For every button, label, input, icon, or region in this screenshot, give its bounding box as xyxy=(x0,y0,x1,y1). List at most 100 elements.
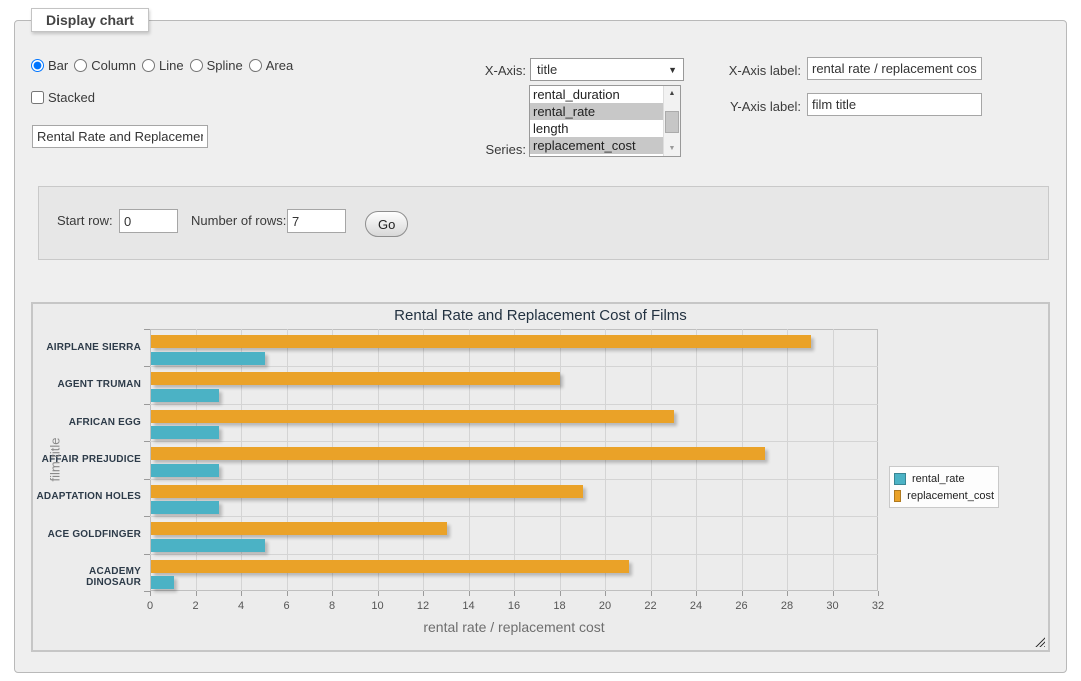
bar-replacement_cost xyxy=(151,485,583,498)
x-axis-label-caption: X-Axis label: xyxy=(691,63,801,78)
y-axis-label-caption: Y-Axis label: xyxy=(691,99,801,114)
x-axis-tick-mark xyxy=(833,591,834,596)
bar-rental_rate xyxy=(151,389,219,402)
resize-grip-icon[interactable] xyxy=(1035,637,1045,647)
x-axis-tick-mark xyxy=(560,591,561,596)
chart-type-radio-area[interactable] xyxy=(249,59,262,72)
x-axis-selected-value: title xyxy=(537,62,557,77)
dropdown-arrow-icon: ▼ xyxy=(668,65,677,75)
x-axis-tick-mark xyxy=(423,591,424,596)
stacked-label: Stacked xyxy=(31,90,95,105)
scroll-up-icon[interactable]: ▲ xyxy=(664,86,680,101)
x-tick-label: 22 xyxy=(644,600,656,612)
chart-legend: rental_ratereplacement_cost xyxy=(889,466,999,508)
y-axis-title: film title xyxy=(48,430,63,490)
listbox-scrollbar[interactable]: ▲ ▼ xyxy=(663,86,680,156)
y-axis-tick-mark xyxy=(144,554,150,555)
bar-rental_rate xyxy=(151,464,219,477)
chart-type-option-area: Area xyxy=(249,58,293,73)
x-tick-label: 20 xyxy=(599,600,611,612)
chart-type-radio-column[interactable] xyxy=(74,59,87,72)
chart-type-option-column: Column xyxy=(74,58,136,73)
bar-replacement_cost xyxy=(151,410,674,423)
x-axis-title: rental rate / replacement cost xyxy=(150,619,878,635)
gridline-h xyxy=(150,366,878,367)
gridline-v xyxy=(787,329,788,591)
stacked-checkbox[interactable] xyxy=(31,91,44,104)
gridline-h xyxy=(150,479,878,480)
x-tick-label: 0 xyxy=(147,600,153,612)
series-option-rental_rate[interactable]: rental_rate xyxy=(530,103,663,120)
chart-container: Rental Rate and Replacement Cost of Film… xyxy=(31,302,1050,652)
bar-rental_rate xyxy=(151,501,219,514)
x-tick-label: 16 xyxy=(508,600,520,612)
x-axis-tick-mark xyxy=(787,591,788,596)
category-label: AGENT TRUMAN xyxy=(33,379,141,390)
bar-replacement_cost xyxy=(151,522,447,535)
chart-type-radio-label: Area xyxy=(266,58,293,73)
category-label: ACADEMY DINOSAUR xyxy=(33,566,141,588)
bar-rental_rate xyxy=(151,539,265,552)
x-axis-select[interactable]: title ▼ xyxy=(530,58,684,81)
bar-rental_rate xyxy=(151,426,219,439)
row-controls-box: Start row: Number of rows: Go xyxy=(38,186,1049,260)
chart-title-input[interactable] xyxy=(32,125,208,148)
y-axis-tick-mark xyxy=(144,591,150,592)
y-axis-tick-mark xyxy=(144,479,150,480)
bar-replacement_cost xyxy=(151,372,560,385)
legend-swatch xyxy=(894,490,901,502)
x-tick-label: 8 xyxy=(329,600,335,612)
stacked-row: Stacked xyxy=(31,90,95,105)
x-axis-tick-mark xyxy=(878,591,879,596)
chart-type-radio-spline[interactable] xyxy=(190,59,203,72)
chart-type-option-line: Line xyxy=(142,58,184,73)
x-axis-tick-mark xyxy=(742,591,743,596)
y-axis-tick-mark xyxy=(144,329,150,330)
y-axis-label-input[interactable] xyxy=(807,93,982,116)
chart-type-radio-label: Line xyxy=(159,58,184,73)
series-label: Series: xyxy=(415,142,526,157)
x-axis-tick-mark xyxy=(196,591,197,596)
x-axis-tick-mark xyxy=(332,591,333,596)
x-axis-tick-mark xyxy=(605,591,606,596)
start-row-label: Start row: xyxy=(57,213,113,228)
x-axis-label-input[interactable] xyxy=(807,57,982,80)
display-chart-panel: Display chart BarColumnLineSplineArea St… xyxy=(14,20,1067,673)
gridline-h xyxy=(150,554,878,555)
start-row-input[interactable] xyxy=(119,209,178,233)
chart-type-radio-line[interactable] xyxy=(142,59,155,72)
gridline-h xyxy=(150,404,878,405)
x-axis-tick-mark xyxy=(514,591,515,596)
x-tick-label: 28 xyxy=(781,600,793,612)
chart-type-radio-group: BarColumnLineSplineArea xyxy=(31,58,299,73)
series-option-length[interactable]: length xyxy=(530,120,663,137)
num-rows-label: Number of rows: xyxy=(191,213,286,228)
x-tick-label: 10 xyxy=(371,600,383,612)
x-tick-label: 6 xyxy=(283,600,289,612)
legend-label: rental_rate xyxy=(912,473,965,485)
x-axis-tick-mark xyxy=(696,591,697,596)
gridline-h xyxy=(150,516,878,517)
bar-replacement_cost xyxy=(151,560,629,573)
go-button[interactable]: Go xyxy=(365,211,408,237)
x-axis-tick-mark xyxy=(651,591,652,596)
gridline-h xyxy=(150,441,878,442)
category-label: ACE GOLDFINGER xyxy=(33,529,141,540)
num-rows-input[interactable] xyxy=(287,209,346,233)
x-axis-tick-mark xyxy=(241,591,242,596)
chart-type-radio-bar[interactable] xyxy=(31,59,44,72)
chart-type-radio-label: Bar xyxy=(48,58,68,73)
category-label: AIRPLANE SIERRA xyxy=(33,342,141,353)
legend-swatch xyxy=(894,473,906,485)
x-tick-label: 26 xyxy=(735,600,747,612)
x-tick-label: 4 xyxy=(238,600,244,612)
scrollbar-thumb[interactable] xyxy=(665,111,679,133)
legend-item-rental_rate: rental_rate xyxy=(894,470,994,487)
series-option-replacement_cost[interactable]: replacement_cost xyxy=(530,137,663,154)
series-listbox[interactable]: rental_durationrental_ratelengthreplacem… xyxy=(529,85,681,157)
x-axis-tick-mark xyxy=(150,591,151,596)
chart-type-radio-label: Column xyxy=(91,58,136,73)
x-tick-label: 32 xyxy=(872,600,884,612)
series-option-rental_duration[interactable]: rental_duration xyxy=(530,86,663,103)
scroll-down-icon[interactable]: ▼ xyxy=(664,141,680,156)
